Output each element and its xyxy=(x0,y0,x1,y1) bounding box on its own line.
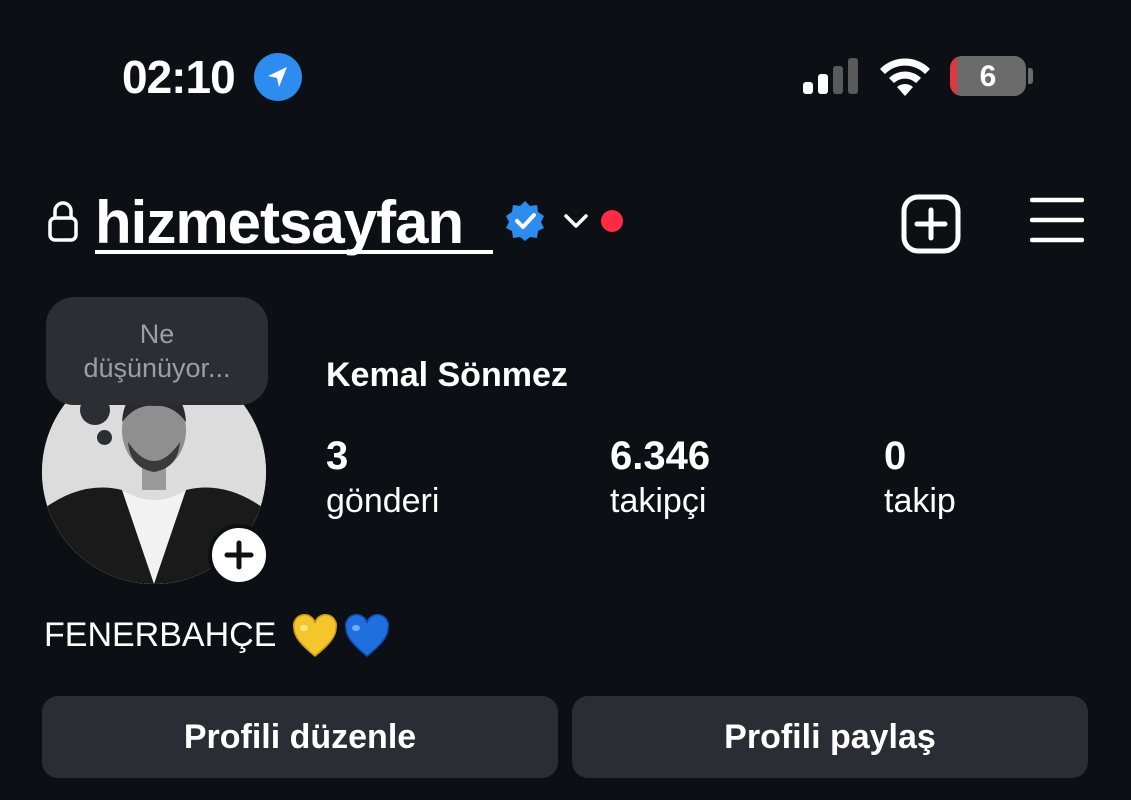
chevron-down-icon[interactable] xyxy=(562,211,590,231)
yellow-heart-icon xyxy=(292,614,338,660)
status-time: 02:10 xyxy=(122,51,236,103)
blue-heart-icon xyxy=(344,614,390,660)
new-post-button[interactable] xyxy=(900,193,962,255)
note-bubble[interactable]: Ne düşünüyor... xyxy=(46,297,268,405)
followers-label[interactable]: takipçi xyxy=(610,482,706,521)
plus-icon xyxy=(224,540,254,570)
wifi-icon xyxy=(878,56,932,96)
add-story-button[interactable] xyxy=(208,524,270,586)
notification-dot xyxy=(601,210,623,232)
profile-bio: FENERBAHÇE xyxy=(44,616,277,654)
lock-icon xyxy=(47,200,79,242)
note-bubble-text: Ne düşünüyor... xyxy=(83,319,231,383)
edit-profile-button[interactable]: Profili düzenle xyxy=(42,696,558,778)
following-count[interactable]: 0 xyxy=(884,434,906,479)
account-switcher-username[interactable]: hizmetsayfan xyxy=(95,188,464,258)
posts-label[interactable]: gönderi xyxy=(326,482,439,521)
plus-square-icon xyxy=(901,194,961,254)
verified-badge-icon xyxy=(503,199,547,243)
battery-level: 6 xyxy=(979,60,997,93)
profile-full-name: Kemal Sönmez xyxy=(326,356,568,394)
location-arrow-icon xyxy=(254,53,302,101)
username-underline xyxy=(95,250,493,254)
followers-count[interactable]: 6.346 xyxy=(610,434,710,479)
cellular-signal-icon xyxy=(803,58,861,94)
posts-count[interactable]: 3 xyxy=(326,434,348,479)
menu-button[interactable] xyxy=(1029,196,1085,244)
share-profile-button[interactable]: Profili paylaş xyxy=(572,696,1088,778)
following-label[interactable]: takip xyxy=(884,482,956,521)
battery-icon: 6 xyxy=(950,56,1026,96)
battery-tip xyxy=(1028,68,1033,84)
hamburger-menu-icon xyxy=(1029,197,1085,243)
note-bubble-tail-small xyxy=(97,430,112,445)
